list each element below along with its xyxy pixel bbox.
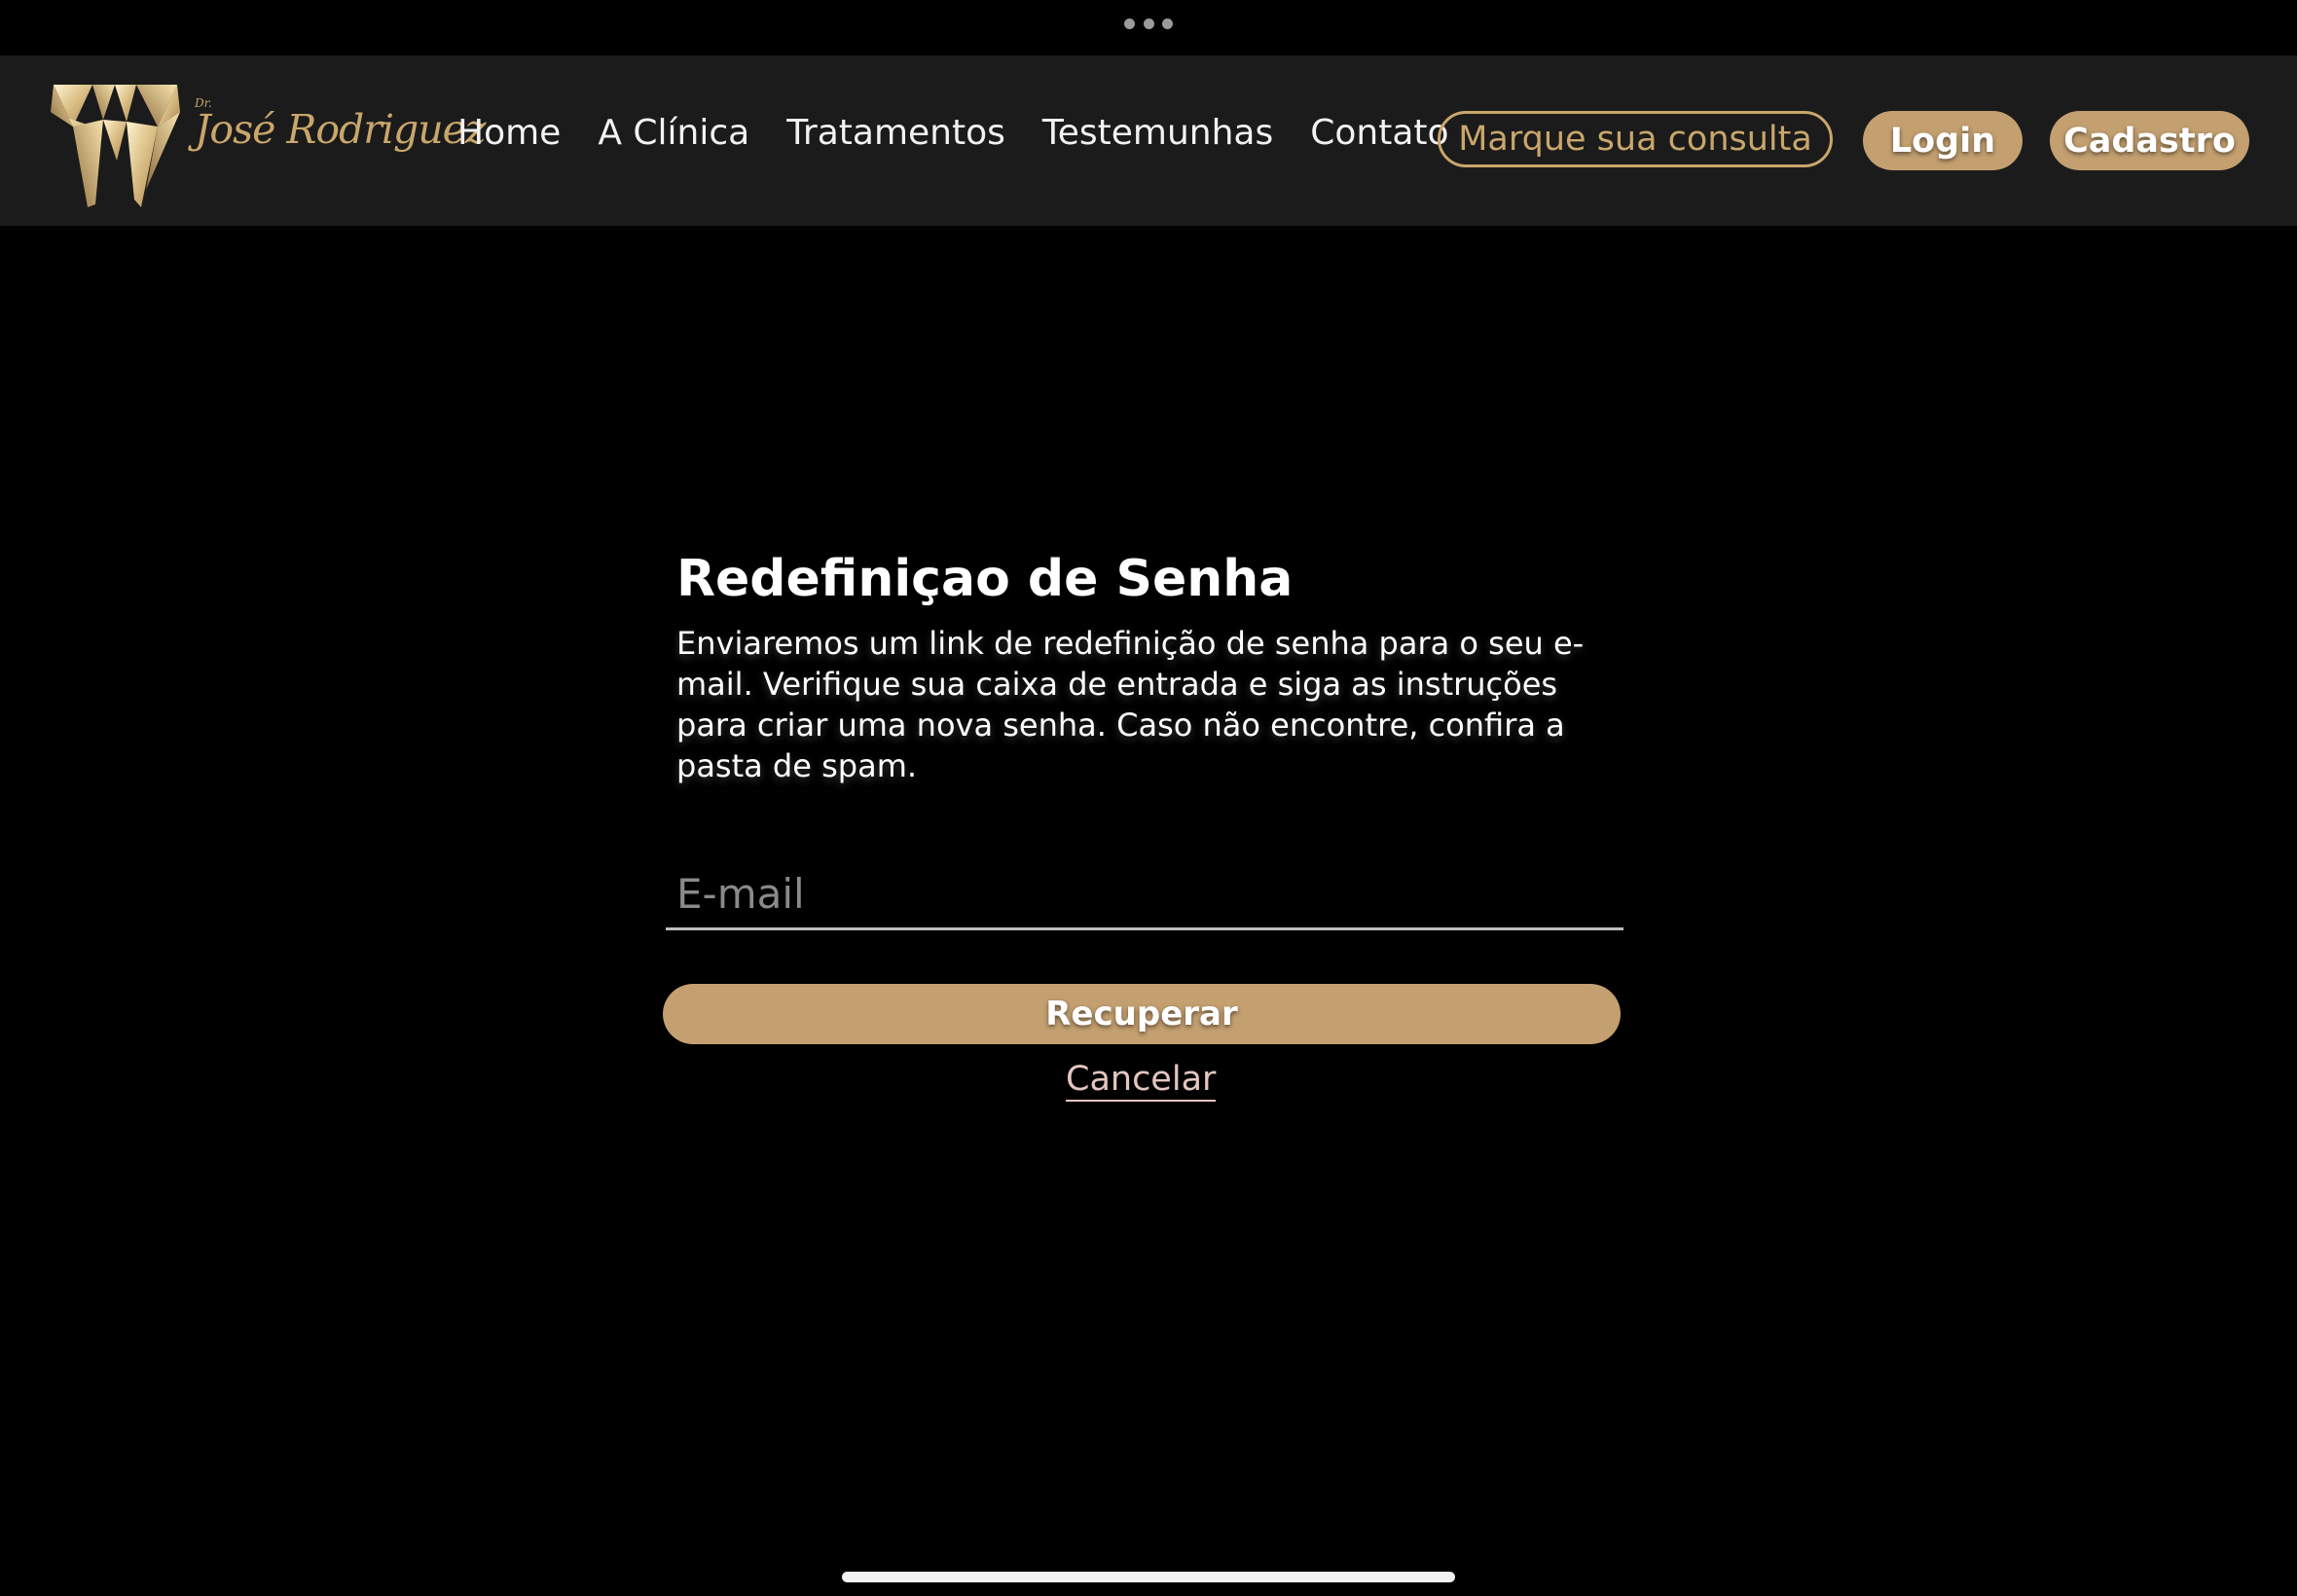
top-navbar: Dr. José Rodriguez Home A Clínica Tratam… (0, 55, 2297, 226)
nav-link-home[interactable]: Home (457, 112, 561, 154)
cancel-link[interactable]: Cancelar (1066, 1059, 1217, 1102)
email-input[interactable] (676, 866, 1611, 921)
email-field (666, 856, 1623, 930)
book-appointment-button[interactable]: Marque sua consulta (1438, 111, 1833, 167)
dot (1124, 18, 1135, 29)
nav-link-contato[interactable]: Contato (1310, 112, 1448, 154)
nav-link-testemunhas[interactable]: Testemunhas (1042, 112, 1273, 154)
multitasking-dots[interactable] (1124, 18, 1173, 29)
recover-button[interactable]: Recuperar (663, 984, 1621, 1044)
brand-name: José Rodriguez (195, 106, 486, 153)
login-button[interactable]: Login (1863, 111, 2023, 170)
nav-link-clinica[interactable]: A Clínica (598, 112, 749, 154)
home-indicator[interactable] (842, 1572, 1455, 1582)
diamond-tooth-logo-icon (51, 85, 180, 207)
brand-logo[interactable]: Dr. José Rodriguez (49, 83, 486, 209)
reset-instructions: Enviaremos um link de redefinição de sen… (676, 625, 1585, 784)
main-nav: Home A Clínica Tratamentos Testemunhas C… (457, 112, 1449, 154)
signup-button[interactable]: Cadastro (2050, 111, 2249, 170)
dot (1143, 18, 1154, 29)
nav-link-tratamentos[interactable]: Tratamentos (786, 112, 1005, 154)
page-title: Redefiniçao de Senha (676, 550, 1294, 608)
dot (1162, 18, 1173, 29)
